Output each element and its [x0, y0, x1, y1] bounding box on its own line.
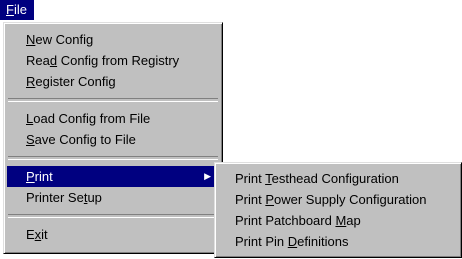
submenu-item-print-patchboard-map[interactable]: Print Patchboard Map — [215, 210, 461, 231]
submenu-item-print-power-supply-configuration[interactable]: Print Power Supply Configuration — [215, 189, 461, 210]
submenu-item-print-pin-definitions[interactable]: Print Pin Definitions — [215, 231, 461, 252]
menu-item-new-config[interactable]: New Config — [4, 29, 222, 50]
menu-separator — [8, 214, 218, 218]
submenu-arrow-icon: ▶ — [204, 171, 211, 181]
print-submenu: Print Testhead Configuration Print Power… — [214, 162, 462, 258]
submenu-item-print-testhead-configuration[interactable]: Print Testhead Configuration — [215, 168, 461, 189]
menu-file[interactable]: File — [0, 0, 34, 20]
menu-separator — [8, 156, 218, 160]
menu-item-printer-setup[interactable]: Printer Setup — [4, 187, 222, 208]
menu-item-register-config[interactable]: Register Config — [4, 71, 222, 92]
menu-item-load-config-from-file[interactable]: Load Config from File — [4, 108, 222, 129]
menu-separator — [8, 98, 218, 102]
menu-item-save-config-to-file[interactable]: Save Config to File — [4, 129, 222, 150]
menu-item-read-config-from-registry[interactable]: Read Config from Registry — [4, 50, 222, 71]
menu-item-print[interactable]: Print ▶ — [7, 166, 219, 187]
menu-item-exit[interactable]: Exit — [4, 224, 222, 245]
file-menu-dropdown: New Config Read Config from Registry Reg… — [3, 22, 223, 254]
